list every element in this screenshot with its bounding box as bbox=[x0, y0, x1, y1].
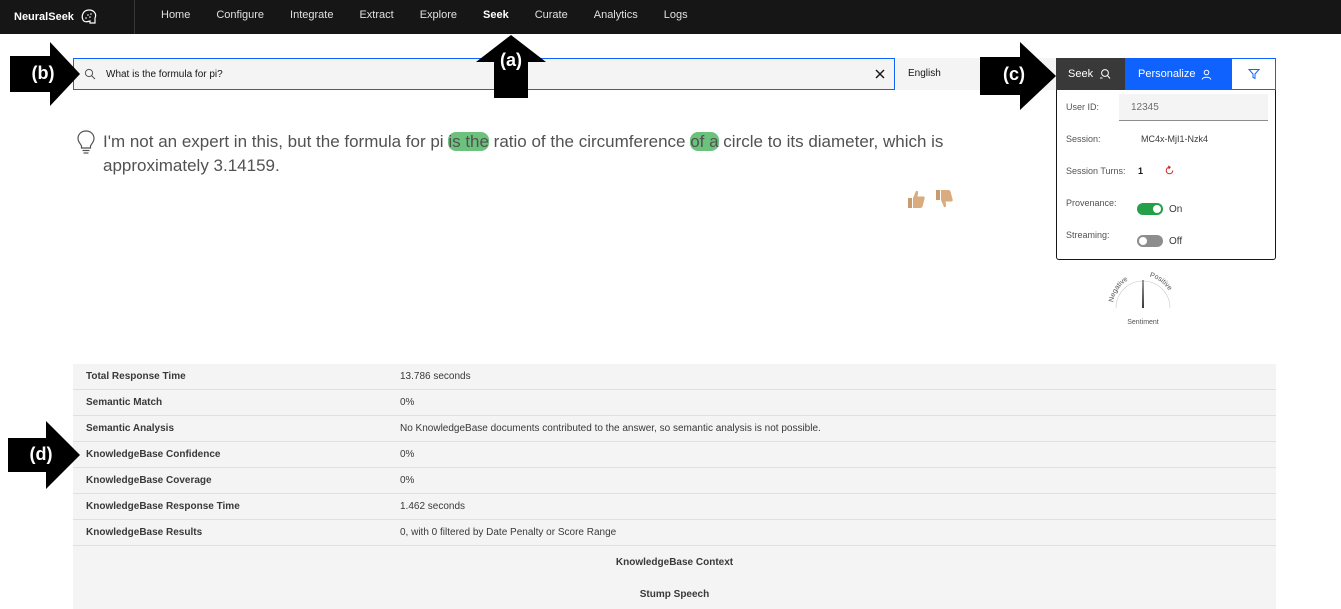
nav-item-configure[interactable]: Configure bbox=[203, 0, 277, 34]
feedback bbox=[905, 188, 955, 210]
answer-part-2: ratio of the circumference bbox=[488, 132, 691, 151]
sentiment-positive-label: Positive bbox=[1149, 272, 1173, 292]
brand-name: NeuralSeek bbox=[14, 11, 74, 23]
seek-button-label: Seek bbox=[1068, 68, 1094, 80]
callout-label-b: (b) bbox=[31, 63, 55, 83]
stat-label: KnowledgeBase Coverage bbox=[86, 475, 212, 486]
stat-label: Total Response Time bbox=[86, 371, 186, 382]
stats-table: Total Response Time 13.786 seconds Seman… bbox=[73, 364, 1276, 609]
answer-part-1: I'm not an expert in this, but the formu… bbox=[103, 132, 449, 151]
stat-value: No KnowledgeBase documents contributed t… bbox=[400, 423, 821, 434]
provenance-label: Provenance: bbox=[1066, 198, 1117, 208]
callout-label-c: (c) bbox=[1003, 64, 1025, 84]
user-id-field[interactable]: 12345 bbox=[1119, 94, 1268, 121]
table-row: Total Response Time 13.786 seconds bbox=[73, 364, 1276, 390]
streaming-state: Off bbox=[1169, 236, 1183, 247]
stat-label: Semantic Match bbox=[86, 397, 163, 408]
session-value: MC4x-MjI1-Nzk4 bbox=[1141, 134, 1209, 144]
nav-item-home[interactable]: Home bbox=[148, 0, 203, 34]
stat-value: 0% bbox=[400, 475, 415, 486]
callout-label-d: (d) bbox=[29, 444, 53, 464]
session-label: Session: bbox=[1066, 134, 1101, 144]
table-row: KnowledgeBase Confidence 0% bbox=[73, 442, 1276, 468]
stat-value: 0% bbox=[400, 449, 415, 460]
svg-text:Negative: Negative bbox=[1108, 276, 1129, 303]
streaming-label: Streaming: bbox=[1066, 230, 1110, 240]
table-row: KnowledgeBase Coverage 0% bbox=[73, 468, 1276, 494]
provenance-state: On bbox=[1169, 204, 1183, 215]
sentiment-label: Sentiment bbox=[1127, 319, 1159, 326]
filter-icon bbox=[1247, 69, 1260, 80]
top-nav: NeuralSeek Home Configure Integrate Extr… bbox=[0, 0, 1341, 34]
seek-button[interactable]: Seek bbox=[1056, 58, 1125, 90]
nav-item-analytics[interactable]: Analytics bbox=[581, 0, 651, 34]
stat-label: KnowledgeBase Response Time bbox=[86, 501, 240, 512]
table-row: KnowledgeBase Results 0, with 0 filtered… bbox=[73, 520, 1276, 546]
stump-speech-heading[interactable]: Stump Speech bbox=[73, 578, 1276, 609]
personalize-panel: User ID: 12345 Session: MC4x-MjI1-Nzk4 S… bbox=[1056, 90, 1276, 260]
nav-item-curate[interactable]: Curate bbox=[522, 0, 581, 34]
personalize-button-label: Personalize bbox=[1138, 68, 1196, 80]
stat-value: 13.786 seconds bbox=[400, 371, 471, 382]
svg-text:Positive: Positive bbox=[1149, 272, 1173, 292]
streaming-toggle[interactable] bbox=[1137, 235, 1163, 247]
knowledgebase-context-heading[interactable]: KnowledgeBase Context bbox=[73, 546, 1276, 578]
session-turns-label: Session Turns: bbox=[1066, 166, 1126, 176]
session-turns-value: 1 bbox=[1138, 166, 1144, 176]
nav-item-integrate[interactable]: Integrate bbox=[277, 0, 346, 34]
seek-search-icon bbox=[1100, 69, 1111, 79]
sentiment-needle bbox=[1142, 280, 1144, 308]
brain-logo-icon bbox=[81, 9, 97, 24]
reset-icon[interactable] bbox=[1164, 165, 1175, 176]
table-row: Semantic Analysis No KnowledgeBase docum… bbox=[73, 416, 1276, 442]
nav-item-logs[interactable]: Logs bbox=[651, 0, 701, 34]
answer-highlight-1: is the bbox=[448, 132, 489, 151]
stat-label: Semantic Analysis bbox=[86, 423, 175, 434]
stat-label: KnowledgeBase Results bbox=[86, 527, 203, 538]
answer-highlight-2: of a bbox=[690, 132, 719, 151]
nav-item-seek[interactable]: Seek bbox=[470, 0, 522, 34]
stat-value: 0% bbox=[400, 397, 415, 408]
nav-item-extract[interactable]: Extract bbox=[346, 0, 406, 34]
user-id-label: User ID: bbox=[1066, 102, 1100, 112]
callout-label-a: (a) bbox=[500, 50, 522, 70]
table-row: KnowledgeBase Response Time 1.462 second… bbox=[73, 494, 1276, 520]
nav-menu: Home Configure Integrate Extract Explore… bbox=[148, 0, 701, 34]
personalize-button[interactable]: Personalize bbox=[1125, 58, 1231, 90]
stat-label: KnowledgeBase Confidence bbox=[86, 449, 221, 460]
search-icon bbox=[84, 68, 96, 80]
stat-value: 0, with 0 filtered by Date Penalty or Sc… bbox=[400, 527, 617, 538]
user-icon bbox=[1202, 69, 1212, 80]
lightbulb-icon bbox=[77, 130, 95, 154]
table-row: Semantic Match 0% bbox=[73, 390, 1276, 416]
sentiment-negative-label: Negative bbox=[1108, 276, 1129, 303]
thumbs-up-icon[interactable] bbox=[905, 188, 927, 210]
thumbs-down-icon[interactable] bbox=[933, 188, 955, 210]
answer-text: I'm not an expert in this, but the formu… bbox=[103, 130, 963, 178]
close-icon[interactable] bbox=[874, 68, 886, 80]
brand[interactable]: NeuralSeek bbox=[0, 0, 135, 34]
stat-value: 1.462 seconds bbox=[400, 501, 466, 512]
provenance-toggle[interactable] bbox=[1137, 203, 1163, 215]
nav-item-explore[interactable]: Explore bbox=[407, 0, 470, 34]
filter-button[interactable] bbox=[1231, 58, 1276, 90]
sentiment-gauge: Negative Positive Sentiment bbox=[1108, 272, 1173, 326]
